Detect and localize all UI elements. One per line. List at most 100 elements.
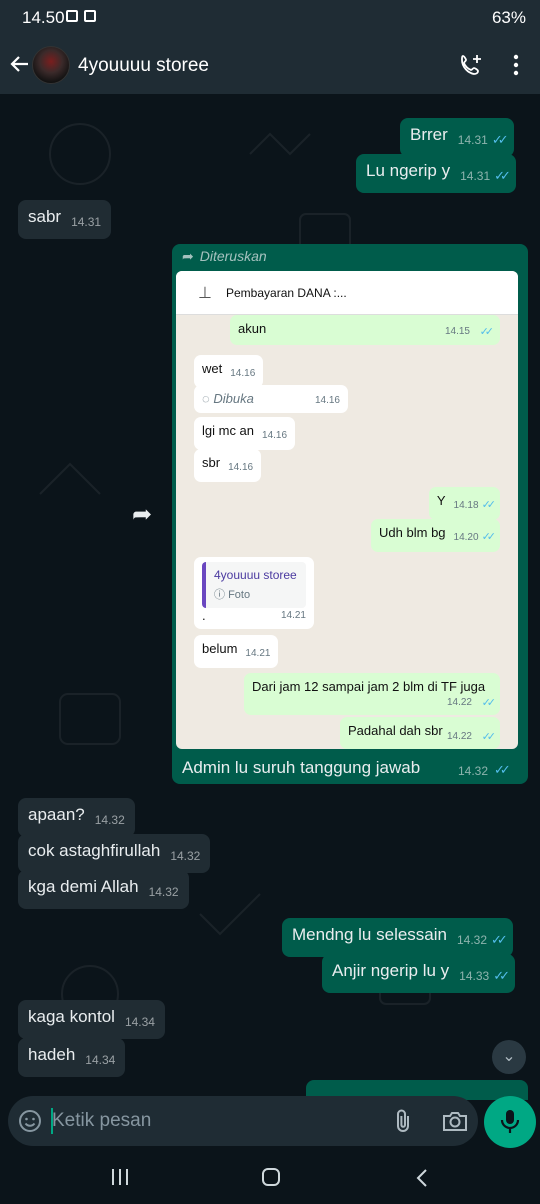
quoted-body: ⓘ Foto [214,589,251,601]
screenshot-message-text: ◌ Dibuka [202,391,254,406]
screenshot-message-text: akun [238,321,267,336]
message-text: kga demi Allah [28,877,139,896]
screenshot-message-text: Dari jam 12 sampai jam 2 blm di TF juga [252,679,486,694]
message-bubble[interactable]: Mendng lu selessain 14.32 ✓✓ [282,918,513,957]
read-ticks-icon: ✓✓ [481,731,497,743]
message-bubble[interactable]: kaga kontol 14.34 [18,1000,165,1039]
pinned-message-bar: ⊥ Pembayaran DANA :... [176,271,518,315]
screenshot-message-time: 14.16 [262,430,288,441]
back-arrow-icon[interactable] [8,52,32,76]
status-notification-icons [66,10,96,22]
read-ticks-icon: ✓✓ [481,697,497,709]
message-bubble[interactable]: Lu ngerip y 14.31 ✓✓ [356,154,516,193]
message-text: sabr [28,207,62,226]
microphone-icon [500,1110,520,1133]
screenshot-message-text: wet [202,361,223,376]
message-text: Anjir ngerip lu y [332,961,450,980]
screenshot-message-time: 14.20 [453,532,479,543]
screenshot-message-time: 14.16 [230,368,256,379]
status-time: 14.50 [22,8,65,27]
share-forward-icon[interactable]: ➦ [132,500,152,529]
message-bubble[interactable]: kga demi Allah 14.32 [18,870,189,909]
screenshot-message-text: sbr [202,455,221,470]
screenshot-message: Y 14.18 ✓✓ [428,487,500,520]
message-text: apaan? [28,805,85,824]
system-back-icon[interactable] [414,1168,430,1188]
gallery-icon [66,10,78,22]
screenshot-message-text: Y [436,493,446,508]
voice-message-button[interactable] [484,1096,536,1148]
screenshot-message: belum 14.21 [194,635,279,668]
pin-icon: ⊥ [198,285,212,302]
message-text: Brrer [410,125,448,144]
screenshot-message: sbr 14.16 [194,449,262,482]
screenshot-message-text: lgi mc an [202,423,255,438]
forwarded-label: ➦ Diteruskan [182,248,267,265]
screenshot-message-time: 14.22 [446,731,472,742]
contact-name[interactable]: 4youuuu storee [78,55,209,77]
home-icon[interactable] [262,1168,280,1186]
quoted-body-text: Foto [228,589,251,601]
message-text: hadeh [28,1045,76,1064]
message-text: kaga kontol [28,1007,115,1026]
message-time: 14.33 [459,969,490,983]
avatar[interactable] [32,46,70,84]
message-time: 14.32 [148,885,179,899]
battery-level: 63% [491,8,526,27]
read-ticks-icon: ✓✓ [481,499,497,511]
message-bubble[interactable]: cok astaghfirullah 14.32 [18,834,211,873]
scroll-to-bottom-button[interactable]: ⌄ [492,1040,526,1074]
screenshot-message: akun 14.15 ✓✓ [230,315,500,345]
message-text: Mendng lu selessain [292,925,447,944]
message-text: cok astaghfirullah [28,841,161,860]
read-ticks-icon: ✓✓ [494,762,511,777]
message-time: 14.31 [71,215,102,229]
read-ticks-icon: ✓✓ [491,132,509,147]
message-bubble[interactable]: hadeh 14.34 [18,1038,126,1077]
read-ticks-icon: ✓✓ [494,168,511,183]
screenshot-message-text: Udh blm bg [379,525,446,540]
double-chevron-down-icon: ⌄ [502,1048,516,1065]
message-bubble[interactable]: Brrer 14.31 ✓✓ [400,118,514,157]
message-time: 14.32 [458,764,489,778]
recent-apps-icon[interactable] [110,1168,130,1186]
screenshot-message-text: Padahal dah sbr [348,723,443,738]
message-bubble[interactable]: apaan? 14.32 [18,798,135,837]
screenshot-message-time: 14.18 [453,500,479,511]
screenshot-quoted-message: 4youuuu storee ⓘ Foto . 14.21 [194,557,314,629]
screenshot-message-time: 14.16 [314,395,340,406]
message-input[interactable]: Ketik pesan [52,1110,151,1132]
viewed-once-text: Dibuka [213,391,254,406]
message-time: 14.34 [85,1053,116,1067]
message-bubble[interactable]: Anjir ngerip lu y 14.33 ✓✓ [322,954,515,993]
forwarded-caption: Admin lu suruh tanggung jawab [182,758,421,777]
screenshot-message-time: 14.15 [444,326,470,337]
screenshot-message-time: 14.22 [446,697,472,708]
screenshot-message: wet 14.16 [194,355,264,388]
camera-icon[interactable] [442,1110,468,1132]
attach-icon[interactable] [392,1108,414,1134]
check-icon [84,10,96,22]
forward-icon: ➦ [182,248,194,264]
sticker-emoji-icon[interactable] [18,1109,42,1133]
quoted-sender: 4youuuu storee [214,568,297,582]
read-ticks-icon: ✓✓ [491,932,508,947]
forwarded-screenshot-image[interactable]: ⊥ Pembayaran DANA :... akun 14.15 ✓✓ wet 14… [176,271,518,749]
message-time: 14.31 [457,133,488,147]
message-time: 14.32 [456,933,488,947]
more-vertical-icon[interactable] [508,53,524,77]
message-text: Lu ngerip y [366,161,451,180]
add-call-icon[interactable] [458,52,484,78]
screenshot-message-time: 14.21 [280,610,306,621]
message-bubble[interactable]: sabr 14.31 [18,200,112,239]
screenshot-message-text: . [202,608,206,623]
read-ticks-icon: ✓✓ [481,531,497,543]
screenshot-message: Padahal dah sbr 14.22 ✓✓ [340,717,500,749]
quoted-message: 4youuuu storee ⓘ Foto [202,562,306,608]
screenshot-message-text: belum [202,641,238,656]
screenshot-message: Dari jam 12 sampai jam 2 blm di TF juga 1… [244,673,500,715]
message-time: 14.34 [124,1015,155,1029]
screenshot-message: lgi mc an 14.16 [194,417,296,450]
pinned-title: Pembayaran DANA :... [226,286,347,300]
screenshot-message-time: 14.21 [245,648,271,659]
